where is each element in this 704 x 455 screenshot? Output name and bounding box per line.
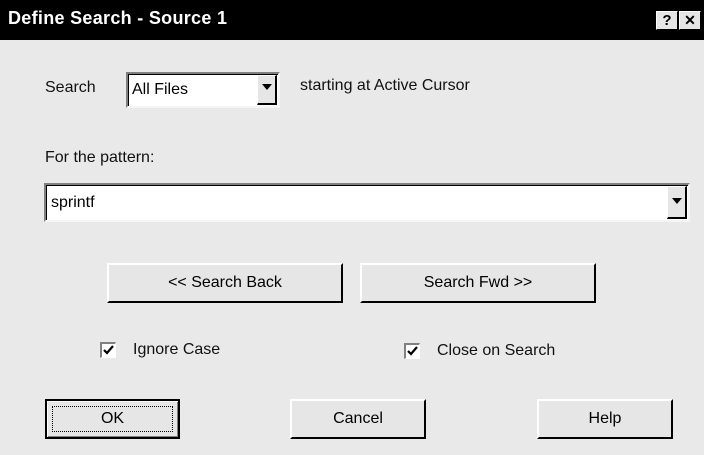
window-title: Define Search - Source 1 [8, 8, 228, 28]
pattern-value: sprintf [51, 194, 95, 211]
help-button[interactable]: Help [537, 399, 673, 439]
close-on-search-checkbox[interactable] [404, 343, 420, 359]
define-search-dialog: Define Search - Source 1 ? ✕ Search All … [0, 0, 704, 455]
search-fwd-button[interactable]: Search Fwd >> [360, 263, 596, 303]
pattern-input[interactable]: sprintf [44, 183, 690, 222]
ok-label: OK [100, 410, 125, 427]
checkmark-icon [103, 345, 114, 355]
cancel-button[interactable]: Cancel [290, 399, 426, 439]
title-bar[interactable]: Define Search - Source 1 ? ✕ [0, 0, 704, 40]
pattern-dropdown-button[interactable] [667, 186, 687, 219]
search-scope-dropdown-button[interactable] [257, 75, 277, 105]
checkmark-icon [407, 346, 418, 356]
ok-button[interactable]: OK [45, 399, 180, 439]
search-fwd-label: Search Fwd >> [423, 274, 533, 291]
search-back-label: << Search Back [168, 274, 282, 291]
close-on-search-label[interactable]: Close on Search [437, 342, 555, 360]
starting-at-text: starting at Active Cursor [300, 77, 470, 94]
cancel-label: Cancel [333, 410, 383, 427]
help-question-button[interactable]: ? [656, 11, 678, 30]
search-scope-value: All Files [132, 81, 189, 98]
chevron-down-icon [672, 198, 682, 204]
search-back-button[interactable]: << Search Back [107, 263, 343, 303]
chevron-down-icon [262, 84, 272, 90]
search-label: Search [45, 79, 96, 96]
search-scope-select[interactable]: All Files [126, 72, 280, 108]
pattern-label: For the pattern: [45, 149, 155, 166]
ignore-case-checkbox[interactable] [100, 342, 116, 358]
close-button[interactable]: ✕ [679, 11, 701, 30]
help-label: Help [588, 410, 622, 427]
ignore-case-label[interactable]: Ignore Case [133, 341, 220, 359]
